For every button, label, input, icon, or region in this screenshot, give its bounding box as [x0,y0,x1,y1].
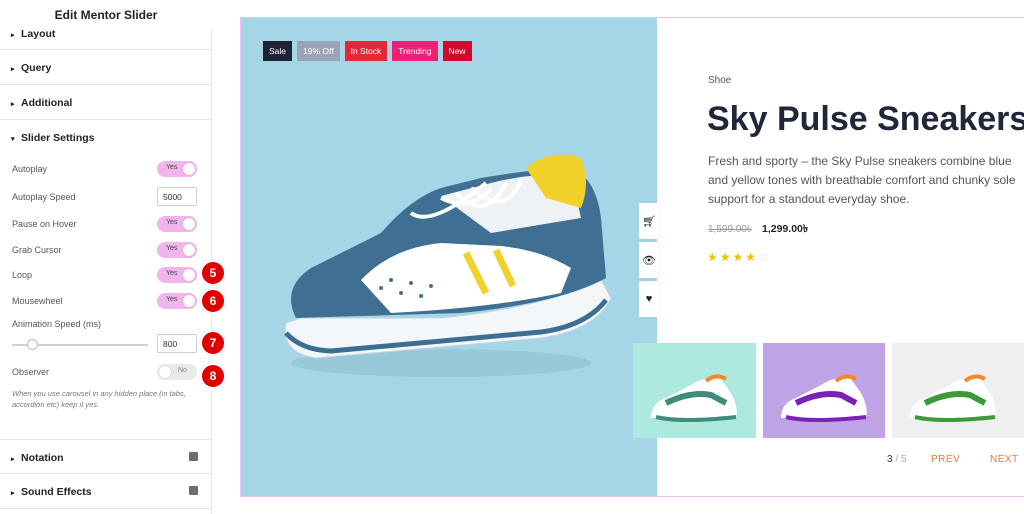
prev-button[interactable]: PREV [931,454,960,465]
autoplay-toggle[interactable]: Yes [157,161,197,177]
caret-right-icon: ▸ [11,456,15,463]
next-button[interactable]: NEXT [990,454,1019,465]
section-label: Slider Settings [21,132,95,144]
caret-down-icon: ▾ [11,136,15,143]
section-sound-effects[interactable]: ▸ Sound Effects [0,474,211,509]
animation-speed-label: Animation Speed (ms) [12,319,102,329]
autoplay-speed-label: Autoplay Speed [12,192,76,202]
toggle-text: Yes [166,245,178,252]
toggle-knob [183,163,195,175]
animation-speed-slider[interactable] [12,339,148,350]
thumbnail-1[interactable] [633,343,756,438]
toggle-knob [183,295,195,307]
mousewheel-label: Mousewheel [12,296,63,306]
animation-speed-input[interactable]: 800 [157,334,197,353]
toggle-knob [183,244,195,256]
observer-label: Observer [12,367,50,377]
product-hero-image[interactable]: Sale 19% Off In Stock Trending New [241,18,657,496]
thumbnail-3[interactable] [892,343,1024,438]
grab-cursor-toggle[interactable]: Yes [157,242,197,258]
section-label: Query [21,62,52,74]
caret-right-icon: ▸ [11,101,15,108]
section-query[interactable]: ▸ Query [0,50,211,85]
editor-panel: Edit Mentor Slider ▸ Layout ▸ Query ▸ Addit… [0,0,226,514]
thumbnail-2[interactable] [763,343,885,438]
pager-separator: / [895,454,899,465]
toggle-text: Yes [166,164,178,171]
toggle-knob [183,269,195,281]
toggle-text: Yes [166,270,178,277]
toggle-knob [183,218,195,230]
step-badge: 5 [200,260,226,286]
section-label: Notation [21,452,64,464]
section-label: Additional [21,97,73,109]
pause-on-hover-toggle[interactable]: Yes [157,216,197,232]
star-filled-icon: ★ [732,250,746,264]
loop-toggle[interactable]: Yes [157,267,197,283]
step-badge: 6 [200,288,226,314]
section-slider-settings[interactable]: ▾ Slider Settings [0,120,211,155]
autoplay-label: Autoplay [12,164,48,174]
product-title: Sky Pulse Sneakers [707,100,1024,138]
caret-right-icon: ▸ [11,490,15,497]
slider-preview: Sale 19% Off In Stock Trending New 🛒︎ 👁︎… [240,17,1024,497]
step-badge: 8 [200,363,226,389]
heart-icon[interactable]: ♥ [639,281,659,317]
toggle-knob [159,366,171,378]
star-filled-icon: ★ [707,250,720,264]
section-notation[interactable]: ▸ Notation [0,439,211,474]
toggle-text: Yes [166,296,178,303]
pager-total: 5 [900,454,907,465]
caret-right-icon: ▸ [11,66,15,73]
product-description: Fresh and sporty – the Sky Pulse sneaker… [708,154,1016,206]
star-filled-icon: ★ [745,250,759,264]
slide-pager: 3 / 5 [887,454,906,465]
step-badge: 7 [200,330,226,356]
sneaker-thumb-illustration [910,374,996,422]
toggle-text: No [178,367,187,374]
slider-handle[interactable] [27,339,39,350]
sneaker-thumb-illustration [781,374,867,422]
quick-actions: 🛒︎ 👁︎ ♥ [639,203,659,320]
star-filled-icon: ★ [719,250,733,264]
widget-icon [189,452,198,461]
pager-current: 3 [887,454,893,465]
thumbnail-strip [633,343,1024,438]
product-category: Shoe [708,75,732,86]
grab-cursor-label: Grab Cursor [12,245,62,255]
mousewheel-toggle[interactable]: Yes [157,293,197,309]
section-label: Sound Effects [21,486,92,498]
observer-toggle[interactable]: No [157,364,197,380]
section-additional[interactable]: ▸ Additional [0,85,211,120]
price-new: 1,299.00৳ [762,223,809,235]
toggle-text: Yes [166,219,178,226]
loop-label: Loop [12,270,33,280]
rating-stars: ★★★★☆ [707,250,771,264]
autoplay-speed-input[interactable]: 5000 [157,187,197,206]
sneaker-thumb-illustration [651,374,737,422]
cart-icon[interactable]: 🛒︎ [639,203,659,239]
sneaker-illustration [284,154,612,377]
star-empty-icon: ☆ [758,250,771,264]
observer-hint: When you use carousel in any hidden plac… [12,389,186,409]
panel-title: Edit Mentor Slider [0,0,212,30]
widget-icon [189,486,198,495]
price-old: 1,599.00৳ [708,224,752,235]
pause-on-hover-label: Pause on Hover [12,219,77,229]
caret-right-icon: ▸ [11,32,15,39]
eye-icon[interactable]: 👁︎ [639,242,659,278]
